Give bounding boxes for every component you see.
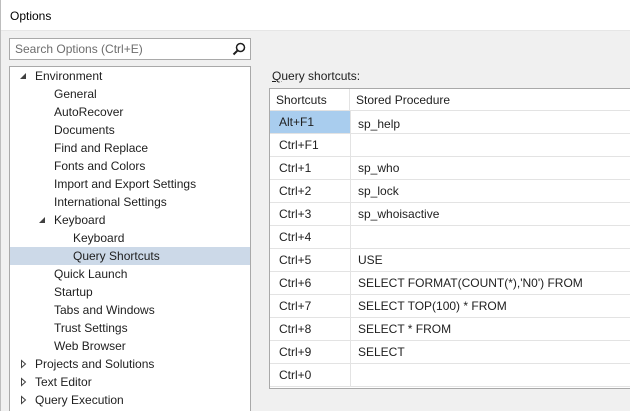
stored-procedure-cell[interactable]: sp_help [351,111,630,133]
tree-item-environment[interactable]: Environment [10,67,250,85]
title-bar[interactable]: Options [1,0,630,31]
tree-item-keyboard[interactable]: Keyboard [10,229,250,247]
shortcut-cell[interactable]: Ctrl+4 [270,226,351,248]
tree-item-label: Keyboard [73,231,125,245]
tree-item-label: Web Browser [54,339,126,353]
stored-procedure-cell[interactable] [351,134,630,156]
collapsed-arrow-icon[interactable] [19,391,29,409]
collapsed-arrow-icon[interactable] [19,373,29,391]
shortcut-cell[interactable]: Ctrl+0 [270,364,351,386]
tree-item-startup[interactable]: Startup [10,283,250,301]
table-row[interactable]: Ctrl+F1 [270,134,630,157]
tree-item-label: Find and Replace [54,141,149,155]
table-row[interactable]: Ctrl+6 SELECT FORMAT(COUNT(*),'N0') FROM [270,272,630,295]
stored-procedure-cell[interactable]: SELECT [351,341,630,363]
options-dialog: Options Environment General AutoRecover Doc… [0,0,630,411]
tree-item-fonts-and-colors[interactable]: Fonts and Colors [10,157,250,175]
stored-procedure-cell[interactable] [351,364,630,386]
expanded-arrow-icon[interactable] [19,67,29,85]
tree-item-trust-settings[interactable]: Trust Settings [10,319,250,337]
tree-item-label: Keyboard [54,213,106,227]
tree-item-label: Fonts and Colors [54,159,146,173]
shortcut-cell[interactable]: Ctrl+2 [270,180,351,202]
shortcut-cell[interactable]: Ctrl+8 [270,318,351,340]
tree-item-label: Documents [54,123,115,137]
tree-item-general[interactable]: General [10,85,250,103]
search-input[interactable] [10,39,228,59]
table-row[interactable]: Ctrl+3 sp_whoisactive [270,203,630,226]
tree-item-label: Quick Launch [54,267,128,281]
stored-procedure-cell[interactable]: sp_lock [351,180,630,202]
expanded-arrow-icon[interactable] [38,211,48,229]
tree-item-label: Query Shortcuts [73,249,160,263]
tree-item-tabs-and-windows[interactable]: Tabs and Windows [10,301,250,319]
table-row[interactable]: Ctrl+5 USE [270,249,630,272]
tree-item-label: General [54,87,97,101]
table-row[interactable]: Ctrl+1 sp_who [270,157,630,180]
shortcut-cell[interactable]: Ctrl+6 [270,272,351,294]
shortcut-cell[interactable]: Ctrl+F1 [270,134,351,156]
stored-procedure-cell[interactable]: SELECT FORMAT(COUNT(*),'N0') FROM [351,272,630,294]
table-row[interactable]: Ctrl+9 SELECT [270,341,630,364]
tree-item-keyboard[interactable]: Keyboard [10,211,250,229]
table-row[interactable]: Ctrl+7 SELECT TOP(100) * FROM [270,295,630,318]
tree-item-label: Text Editor [35,375,92,389]
stored-procedure-cell[interactable]: sp_whoisactive [351,203,630,225]
tree-item-find-and-replace[interactable]: Find and Replace [10,139,250,157]
tree-item-text-editor[interactable]: Text Editor [10,373,250,391]
search-icon[interactable] [231,41,247,57]
shortcut-cell[interactable]: Ctrl+3 [270,203,351,225]
tree-item-international-settings[interactable]: International Settings [10,193,250,211]
stored-procedure-cell[interactable]: SELECT * FROM [351,318,630,340]
tree-item-label: International Settings [54,195,167,209]
tree-item-query-shortcuts[interactable]: Query Shortcuts [10,247,250,265]
stored-procedure-cell[interactable]: USE [351,249,630,271]
collapsed-arrow-icon[interactable] [19,355,29,373]
table-row[interactable]: Ctrl+0 [270,364,630,387]
window-title: Options [10,9,52,23]
tree-item-label: Import and Export Settings [54,177,197,191]
tree-item-quick-launch[interactable]: Quick Launch [10,265,250,283]
table-row[interactable]: Ctrl+4 [270,226,630,249]
shortcut-cell[interactable]: Ctrl+1 [270,157,351,179]
column-header-stored-procedure[interactable]: Stored Procedure [350,89,630,111]
tree-item-web-browser[interactable]: Web Browser [10,337,250,355]
grid-header: Shortcuts Stored Procedure [270,89,630,111]
tree-item-label: Environment [35,69,103,83]
tree-item-import-and-export-settings[interactable]: Import and Export Settings [10,175,250,193]
tree-item-label: Trust Settings [54,321,128,335]
tree-item-label: AutoRecover [54,105,124,119]
search-box[interactable] [9,38,251,60]
query-shortcuts-label: Query shortcuts: [272,69,361,83]
tree-item-documents[interactable]: Documents [10,121,250,139]
tree-item-label: Query Execution [35,393,124,407]
tree-item-label: Startup [54,285,93,299]
column-header-shortcuts[interactable]: Shortcuts [270,89,350,111]
stored-procedure-cell[interactable]: SELECT TOP(100) * FROM [351,295,630,317]
shortcut-cell[interactable]: Ctrl+9 [270,341,351,363]
stored-procedure-cell[interactable] [351,226,630,248]
tree-item-query-execution[interactable]: Query Execution [10,391,250,409]
shortcut-cell[interactable]: Alt+F1 [270,111,351,133]
table-row[interactable]: Ctrl+2 sp_lock [270,180,630,203]
table-row[interactable]: Alt+F1 sp_help [270,111,630,134]
options-tree[interactable]: Environment General AutoRecover Documents Fi… [9,66,251,411]
table-row[interactable]: Ctrl+8 SELECT * FROM [270,318,630,341]
shortcut-cell[interactable]: Ctrl+5 [270,249,351,271]
stored-procedure-cell[interactable]: sp_who [351,157,630,179]
shortcut-cell[interactable]: Ctrl+7 [270,295,351,317]
query-shortcuts-grid[interactable]: Shortcuts Stored Procedure Alt+F1 sp_help… [269,88,630,389]
tree-item-label: Projects and Solutions [35,357,155,371]
tree-item-projects-and-solutions[interactable]: Projects and Solutions [10,355,250,373]
tree-item-label: Tabs and Windows [54,303,155,317]
tree-item-autorecover[interactable]: AutoRecover [10,103,250,121]
